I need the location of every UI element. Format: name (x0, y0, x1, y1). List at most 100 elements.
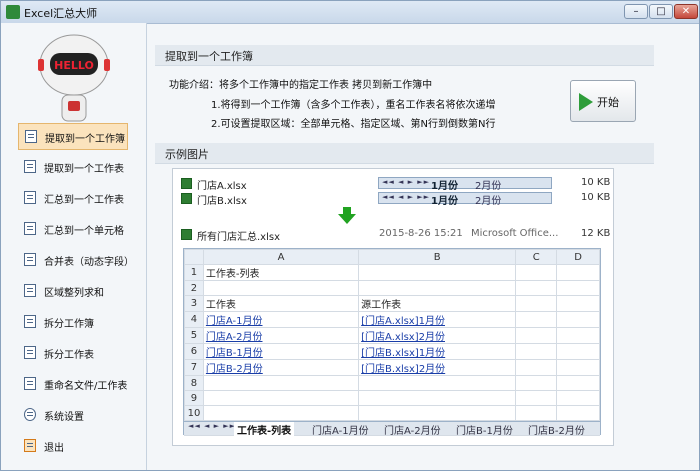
split-icon (24, 346, 36, 359)
sidebar-item-label: 汇总到一个单元格 (44, 226, 124, 237)
file-name: 所有门店汇总.xlsx (197, 232, 281, 243)
row-number: 1 (184, 264, 204, 281)
table-row: 3 工作表 源工作表 (184, 295, 600, 312)
sidebar-item-exit[interactable]: 退出 (18, 433, 128, 460)
cell (202, 280, 360, 296)
sidebar-item-label: 区域整列求和 (44, 288, 104, 299)
table-row: 9 (184, 390, 600, 406)
minimize-button[interactable]: – (624, 4, 648, 19)
sidebar: HELLO 提取到一个工作簿 提取到一个工作表 汇总到一个工作表 汇总到一个单元… (1, 23, 147, 470)
source-link[interactable]: [门店B.xlsx]2月份 (358, 359, 517, 376)
sidebar-item-column-sum[interactable]: 区域整列求和 (18, 278, 128, 305)
cell (515, 280, 558, 296)
feature-intro: 功能介绍：将多个工作簿中的指定工作表 拷贝到新工作簿中 (169, 80, 433, 91)
sidebar-item-extract-sheet[interactable]: 提取到一个工作表 (18, 154, 128, 181)
start-button-label: 开始 (597, 96, 619, 109)
excel-file-icon (181, 193, 192, 204)
sheet-tab: 1月份 (431, 196, 458, 207)
sample-image: 门店A.xlsx ◄◄ ◄ ► ►► 1月份 2月份 10 KB 门店B.xls… (172, 168, 614, 446)
sidebar-item-split-workbook[interactable]: 拆分工作簿 (18, 309, 128, 336)
cell: 源工作表 (358, 295, 517, 312)
corner-cell (184, 249, 204, 265)
cell (515, 327, 558, 344)
file-name: 门店B.xlsx (197, 196, 247, 207)
source-link[interactable]: [门店A.xlsx]1月份 (358, 311, 517, 328)
row-number: 2 (184, 280, 204, 296)
cell (515, 295, 558, 312)
sheet-tab-store-b-jan[interactable]: 门店B-1月份 (456, 422, 513, 437)
sidebar-item-label: 重命名文件/工作表 (44, 381, 128, 392)
sheet-link[interactable]: 门店A-2月份 (202, 327, 360, 344)
cell (358, 375, 517, 391)
cell (515, 359, 558, 376)
cell (556, 375, 600, 391)
cell (515, 405, 558, 421)
sheet-tab-list[interactable]: 工作表-列表 (234, 422, 295, 437)
source-link[interactable]: [门店A.xlsx]2月份 (358, 327, 517, 344)
sheet-link[interactable]: 门店A-1月份 (202, 311, 360, 328)
table-row: 2 (184, 280, 600, 296)
sidebar-item-merge-dynamic[interactable]: 合并表（动态字段） (18, 247, 134, 274)
sidebar-item-rename[interactable]: 重命名文件/工作表 (18, 371, 128, 398)
exit-icon (24, 439, 36, 452)
sheet-tab: 2月份 (475, 181, 502, 192)
cell: 工作表 (202, 295, 360, 312)
table-row: 5 门店A-2月份 [门店A.xlsx]2月份 (184, 327, 600, 344)
cell (515, 343, 558, 360)
cell (515, 311, 558, 328)
sidebar-item-split-sheet[interactable]: 拆分工作表 (18, 340, 128, 367)
tab-nav-arrows-icon[interactable]: ◄◄ ◄ ► ►► (188, 422, 236, 430)
sheet-tab: 1月份 (431, 181, 458, 192)
section-header-extract: 提取到一个工作簿 (155, 45, 654, 66)
sheet-link[interactable]: 门店B-1月份 (202, 343, 360, 360)
row-number: 9 (184, 390, 204, 406)
sidebar-item-settings[interactable]: 系统设置 (18, 402, 128, 429)
sheet-link[interactable]: 门店B-2月份 (202, 359, 360, 376)
column-header: C (515, 249, 558, 265)
cell (556, 390, 600, 406)
sheet-tab-store-b-feb[interactable]: 门店B-2月份 (528, 422, 585, 437)
cell (556, 359, 600, 376)
cell (202, 390, 360, 406)
feature-point-2: 2.可设置提取区域：全部单元格、指定区域、第N行到倒数第N行 (211, 119, 496, 130)
sheet-tab-store-a-feb[interactable]: 门店A-2月份 (384, 422, 441, 437)
cell (556, 311, 600, 328)
feature-point-1: 1.将得到一个工作簿（含多个工作表），重名工作表名将依次递增 (211, 100, 496, 111)
cell (358, 405, 517, 421)
maximize-button[interactable]: □ (649, 4, 673, 19)
sum-icon (24, 191, 36, 204)
document-icon (24, 160, 36, 173)
file-size: 12 KB (581, 228, 611, 239)
file-size: 10 KB (581, 192, 611, 203)
table-row: 1 工作表-列表 (184, 264, 600, 281)
row-number: 7 (184, 359, 204, 376)
sheet-tab-store-a-jan[interactable]: 门店A-1月份 (312, 422, 369, 437)
row-number: 10 (184, 405, 204, 421)
play-icon (579, 93, 593, 111)
excel-file-icon (181, 229, 192, 240)
cell (515, 264, 558, 281)
cell (515, 375, 558, 391)
cell (556, 327, 600, 344)
file-name: 门店A.xlsx (197, 181, 247, 192)
start-button[interactable]: 开始 (570, 80, 636, 122)
sidebar-item-sum-cell[interactable]: 汇总到一个单元格 (18, 216, 128, 243)
sidebar-item-sum-sheet[interactable]: 汇总到一个工作表 (18, 185, 128, 212)
rename-icon (24, 377, 36, 390)
tab-nav-arrows-icon: ◄◄ ◄ ► ►► (382, 193, 430, 201)
close-button[interactable]: ✕ (674, 4, 698, 19)
title-bar: Excel汇总大师 – □ ✕ (1, 1, 699, 24)
gear-icon (24, 408, 36, 421)
cell (556, 264, 600, 281)
robot-mascot: HELLO (38, 34, 110, 122)
source-link[interactable]: [门店B.xlsx]1月份 (358, 343, 517, 360)
split-icon (24, 315, 36, 328)
row-number: 4 (184, 311, 204, 328)
sum-icon (24, 253, 36, 266)
sidebar-item-label: 提取到一个工作表 (44, 164, 124, 175)
app-window: Excel汇总大师 – □ ✕ HELLO 提取到一个工作簿 提取到一个工作表 … (0, 0, 700, 471)
section-title: 提取到一个工作簿 (165, 50, 253, 63)
sidebar-item-label: 合并表（动态字段） (44, 257, 134, 268)
cell (556, 280, 600, 296)
sidebar-item-extract-workbook[interactable]: 提取到一个工作簿 (18, 123, 128, 150)
